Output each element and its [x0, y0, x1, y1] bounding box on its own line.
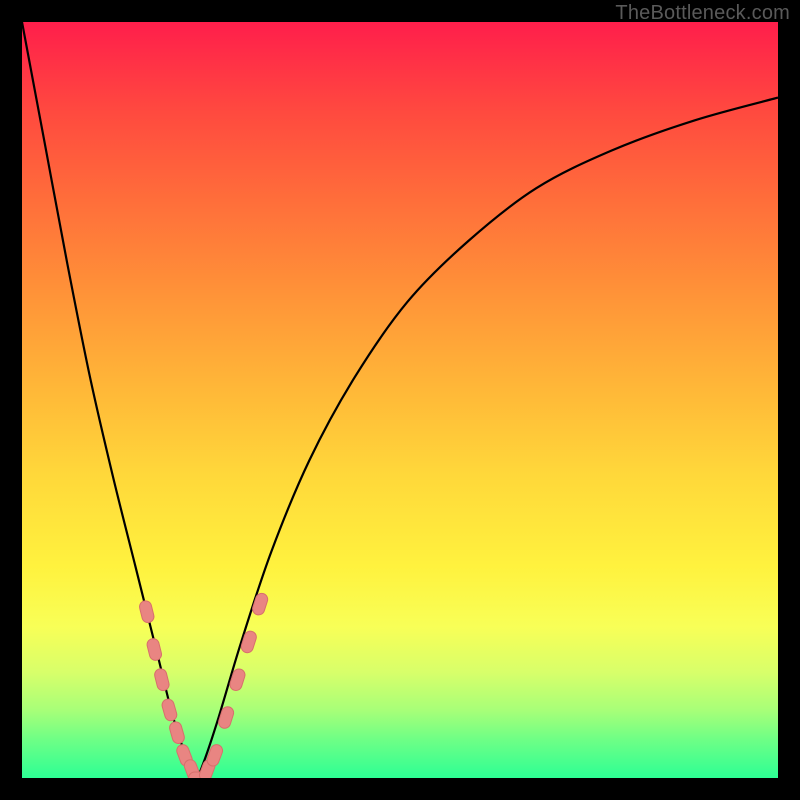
highlight-marker — [161, 698, 179, 722]
plot-area — [22, 22, 778, 778]
highlight-marker — [153, 668, 170, 692]
highlight-marker — [228, 667, 246, 692]
highlight-marker — [138, 600, 155, 624]
highlight-marker — [251, 592, 269, 617]
marker-layer — [138, 592, 269, 778]
bottleneck-curve — [22, 22, 778, 778]
curve-layer — [22, 22, 778, 778]
highlight-marker — [240, 630, 258, 655]
curve-svg — [22, 22, 778, 778]
highlight-marker — [146, 637, 163, 661]
chart-frame: TheBottleneck.com — [0, 0, 800, 800]
highlight-marker — [168, 720, 186, 744]
highlight-marker — [217, 705, 235, 730]
watermark-text: TheBottleneck.com — [615, 2, 790, 25]
